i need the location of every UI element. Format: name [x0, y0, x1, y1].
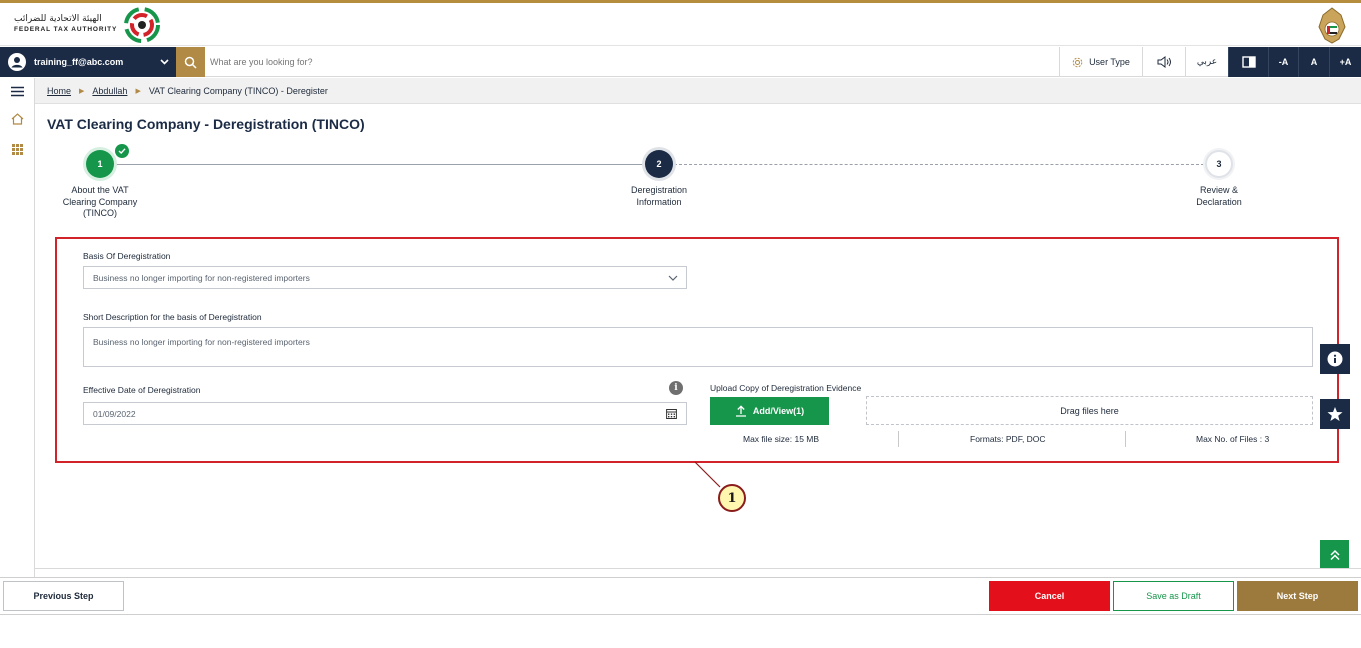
- logo-english-text: FEDERAL TAX AUTHORITY: [14, 26, 118, 33]
- date-value: 01/09/2022: [93, 408, 136, 419]
- user-avatar-icon: [8, 53, 26, 71]
- user-type-label: User Type: [1089, 57, 1130, 67]
- font-increase-button[interactable]: +A: [1329, 47, 1361, 77]
- search-button[interactable]: [176, 47, 205, 77]
- info-icon: [1327, 351, 1343, 367]
- date-input[interactable]: 01/09/2022: [83, 402, 687, 425]
- contrast-toggle[interactable]: [1228, 47, 1268, 77]
- cancel-button[interactable]: Cancel: [989, 581, 1110, 611]
- basis-value: Business no longer importing for non-reg…: [93, 272, 310, 283]
- check-icon: [115, 144, 129, 158]
- basis-label: Basis Of Deregistration: [83, 251, 171, 261]
- header: الهيئة الاتحادية للضرائب FEDERAL TAX AUT…: [0, 3, 1361, 46]
- contrast-icon: [1241, 56, 1256, 68]
- grid-icon: [12, 143, 23, 155]
- chevron-down-icon: [160, 59, 169, 65]
- menu-toggle[interactable]: [0, 78, 35, 104]
- breadcrumb: Home ▶ Abdullah ▶ VAT Clearing Company (…: [35, 78, 1361, 104]
- search-icon: [184, 56, 197, 69]
- stepper-connector-done: [114, 164, 644, 165]
- info-icon[interactable]: i: [669, 381, 683, 395]
- calendar-icon[interactable]: [666, 408, 677, 419]
- step-3-label-line: Declaration: [1196, 196, 1242, 207]
- allowed-formats: Formats: PDF, DOC: [970, 434, 1046, 444]
- audio-button[interactable]: [1142, 47, 1185, 77]
- step-2-label: Deregistration Information: [609, 185, 709, 208]
- breadcrumb-arrow-icon: ▶: [79, 87, 85, 95]
- add-view-button[interactable]: Add/View(1): [710, 397, 829, 425]
- user-email: training_ff@abc.com: [34, 57, 124, 67]
- breadcrumb-home[interactable]: Home: [47, 86, 71, 96]
- step-3-label-line: Review &: [1199, 185, 1238, 195]
- add-view-label: Add/View(1): [752, 406, 805, 416]
- apps-nav[interactable]: [0, 136, 35, 162]
- app-window: الهيئة الاتحادية للضرائب FEDERAL TAX AUT…: [0, 0, 1361, 648]
- step-2-label-line: Deregistration: [630, 185, 688, 195]
- chevron-down-icon: [668, 275, 678, 281]
- logo-arabic-text: الهيئة الاتحادية للضرائب: [14, 14, 102, 24]
- step-1-circle: 1: [86, 150, 114, 178]
- scroll-top-button[interactable]: [1320, 540, 1349, 569]
- step-3-label: Review & Declaration: [1169, 185, 1269, 208]
- callout-badge: 1: [718, 484, 746, 512]
- stepper-connector-pending: [674, 164, 1204, 165]
- breadcrumb-arrow-icon: ▶: [135, 87, 141, 95]
- home-nav[interactable]: [0, 106, 35, 132]
- step-2-label-line: Information: [636, 196, 682, 207]
- save-draft-button[interactable]: Save as Draft: [1113, 581, 1234, 611]
- font-normal-button[interactable]: A: [1298, 47, 1329, 77]
- step-1-label: About the VAT Clearing Company (TINCO): [50, 185, 150, 220]
- upload-label: Upload Copy of Deregistration Evidence: [710, 383, 862, 393]
- date-label: Effective Date of Deregistration: [83, 385, 201, 395]
- gear-icon: [1072, 57, 1083, 67]
- font-decrease-button[interactable]: -A: [1268, 47, 1298, 77]
- description-label: Short Description for the basis of Dereg…: [83, 312, 262, 322]
- user-type-button[interactable]: User Type: [1059, 47, 1142, 77]
- step-1-label-line: Clearing Company: [62, 196, 138, 207]
- divider: [1125, 431, 1126, 447]
- breadcrumb-current: VAT Clearing Company (TINCO) - Deregiste…: [148, 85, 328, 96]
- hamburger-icon: [11, 86, 24, 96]
- fta-logo-icon: [124, 7, 160, 43]
- upload-icon: [735, 405, 746, 417]
- star-icon: [1327, 407, 1343, 421]
- page-title: VAT Clearing Company - Deregistration (T…: [47, 116, 365, 132]
- user-menu[interactable]: training_ff@abc.com: [0, 47, 176, 77]
- step-2-circle: 2: [645, 150, 673, 178]
- home-icon: [11, 113, 24, 125]
- step-1-label-line: About the VAT: [71, 185, 129, 195]
- breadcrumb-account[interactable]: Abdullah: [92, 86, 127, 96]
- search-input[interactable]: [210, 52, 810, 72]
- uae-emblem-icon: [1318, 7, 1346, 44]
- favorite-button[interactable]: [1320, 399, 1350, 429]
- previous-step-button[interactable]: Previous Step: [3, 581, 124, 611]
- content-divider: [35, 568, 1361, 569]
- step-3-circle: 3: [1205, 150, 1233, 178]
- description-value: Business no longer importing for non-reg…: [93, 337, 310, 347]
- footer-actions: Previous Step Cancel Save as Draft Next …: [0, 577, 1361, 615]
- double-chevron-up-icon: [1329, 549, 1340, 560]
- basis-select[interactable]: Business no longer importing for non-reg…: [83, 266, 687, 289]
- file-drop-zone[interactable]: Drag files here: [866, 396, 1313, 425]
- next-step-button[interactable]: Next Step: [1237, 581, 1358, 611]
- step-1-label-line: (TINCO): [83, 208, 117, 218]
- speaker-icon: [1157, 56, 1171, 68]
- language-toggle[interactable]: عربي: [1185, 47, 1228, 77]
- description-textarea[interactable]: Business no longer importing for non-reg…: [83, 327, 1313, 367]
- max-files: Max No. of Files : 3: [1196, 434, 1270, 444]
- divider: [898, 431, 899, 447]
- side-rail: [0, 78, 35, 578]
- top-toolbar: training_ff@abc.com User Type: [0, 47, 1361, 77]
- help-info-button[interactable]: [1320, 344, 1350, 374]
- max-file-size: Max file size: 15 MB: [743, 434, 820, 444]
